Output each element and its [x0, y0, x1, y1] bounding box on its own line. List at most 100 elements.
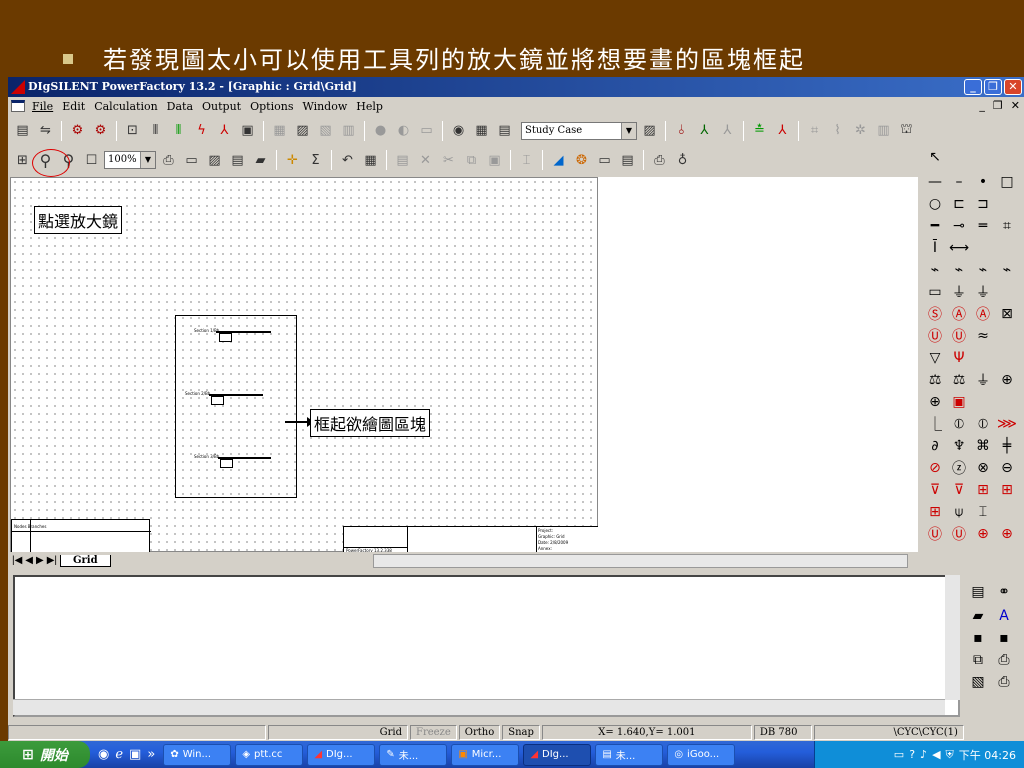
taskbar-button-micr[interactable]: ▣ Micr... [451, 743, 520, 766]
double-bus-icon[interactable]: ═ [972, 216, 994, 236]
open-icon[interactable]: ▰ [967, 606, 989, 626]
cross-icon[interactable]: ╪ [996, 436, 1018, 456]
pv-icon[interactable]: ⊠ [996, 304, 1018, 324]
menu-calculation[interactable]: Calculation [94, 100, 157, 113]
tab-grid[interactable]: Grid [60, 554, 111, 567]
pan-icon[interactable]: ⊞ [12, 150, 33, 171]
coupler-icon[interactable]: ⟷ [948, 238, 970, 258]
status-freeze[interactable]: Freeze [410, 724, 457, 740]
zone-icon[interactable]: ♆ [948, 436, 970, 456]
mdi-restore-button[interactable]: ❐ [993, 99, 1003, 112]
z-icon[interactable]: ⓩ [948, 458, 970, 478]
sim-e-icon[interactable]: ⅄ [772, 120, 793, 141]
table-icon[interactable]: ▦ [471, 120, 492, 141]
menu-data[interactable]: Data [167, 100, 193, 113]
gen-a-icon[interactable]: Ⓤ [924, 524, 946, 544]
start-button[interactable]: ⊞ 開始 [0, 741, 90, 768]
palette-icon[interactable]: ❂ [571, 150, 592, 171]
status-ortho[interactable]: Ortho [458, 724, 501, 740]
menu-edit[interactable]: Edit [62, 100, 85, 113]
export-icon[interactable]: ▧ [967, 672, 989, 692]
layers-icon[interactable]: ▤ [617, 150, 638, 171]
tool-e-icon[interactable]: ● [370, 120, 391, 141]
breaker-a-icon[interactable]: ⌁ [924, 260, 946, 280]
line-icon[interactable]: — [924, 172, 946, 192]
sum-icon[interactable]: Σ [305, 150, 326, 171]
toolbar-scroll[interactable] [903, 149, 917, 175]
gear-tool-icon[interactable]: ✲ [850, 120, 871, 141]
network-icon[interactable]: ▭ [894, 748, 904, 761]
load-symbol[interactable] [219, 333, 232, 342]
current-source-icon[interactable]: Ⓤ [948, 326, 970, 346]
next-page-button[interactable]: ▶ [36, 555, 44, 566]
breaker-c-icon[interactable]: ⌁ [972, 260, 994, 280]
menu-output[interactable]: Output [202, 100, 241, 113]
zoom-level-select[interactable]: 100% ▼ [104, 151, 156, 169]
taskbar-button-ptt[interactable]: ◈ ptt.cc [235, 743, 304, 766]
clock[interactable]: 下午 04:26 [959, 747, 1016, 763]
shortcircuit-icon[interactable]: ϟ [191, 120, 212, 141]
dc-bus-icon[interactable]: ⌶ [972, 502, 994, 522]
filter-icon[interactable]: ⋙ [996, 414, 1018, 434]
zoom-all-icon[interactable]: ☐ [81, 150, 102, 171]
taskbar-button-igoogle[interactable]: ◎ iGoo... [667, 743, 736, 766]
text-cursor-icon[interactable]: ⌶ [516, 150, 537, 171]
document-icon[interactable] [11, 100, 25, 112]
delete-icon[interactable]: ✕ [415, 150, 436, 171]
circle-icon[interactable]: ○ [924, 194, 946, 214]
load-mv-icon[interactable]: Ψ [948, 348, 970, 368]
taskbar-button-win[interactable]: ✿ Win... [163, 743, 232, 766]
undo-icon[interactable]: ↶ [337, 150, 358, 171]
dot-icon[interactable]: • [972, 172, 994, 192]
gen-c-icon[interactable]: ⊕ [972, 524, 994, 544]
rectifier-icon[interactable]: ⊽ [924, 480, 946, 500]
save-as-icon[interactable]: ▪ [993, 628, 1015, 648]
save-icon[interactable]: ▪ [967, 628, 989, 648]
booster-icon[interactable]: ⊕ [996, 370, 1018, 390]
prev-page-button[interactable]: ◀ [25, 555, 33, 566]
sim-c-icon[interactable]: ⅄ [717, 120, 738, 141]
output-copy-icon[interactable]: ▤ [967, 582, 989, 602]
curve-tool-icon[interactable]: ⌇ [827, 120, 848, 141]
sus-icon[interactable]: ▣ [948, 392, 970, 412]
edit-relevant-icon[interactable]: ⊡ [122, 120, 143, 141]
print-preview-icon[interactable]: ⎙ [649, 150, 670, 171]
line-connect-icon[interactable]: ⎿ [924, 414, 946, 434]
taskbar-button-dig2[interactable]: ◢ DIg... [523, 743, 592, 766]
sim-d-icon[interactable]: ≛ [749, 120, 770, 141]
series-capacitor-icon[interactable]: ⦶ [972, 414, 994, 434]
more-icon[interactable]: » [147, 747, 155, 762]
menu-window[interactable]: Window [302, 100, 347, 113]
close-button[interactable]: ✕ [1004, 79, 1022, 95]
output-hscroll[interactable] [13, 699, 945, 715]
ie-icon[interactable]: ℯ [115, 747, 123, 762]
two-winding-transformer-icon[interactable]: ⚖ [924, 370, 946, 390]
new-graphic-icon[interactable]: ▤ [227, 150, 248, 171]
busbar-tool-icon[interactable]: ━ [924, 216, 946, 236]
menu-options[interactable]: Options [250, 100, 293, 113]
frame-icon[interactable]: ▭ [594, 150, 615, 171]
three-winding-transformer-icon[interactable]: ⚖ [948, 370, 970, 390]
breaker-b-icon[interactable]: ⌁ [948, 260, 970, 280]
canvas-hscroll[interactable] [373, 554, 908, 568]
dash-icon[interactable]: – [948, 172, 970, 192]
series-reactor-icon[interactable]: ⦶ [948, 414, 970, 434]
selection-rectangle[interactable] [175, 315, 297, 498]
tower-icon[interactable]: Ī [924, 238, 946, 258]
record-icon[interactable]: ◉ [448, 120, 469, 141]
graphic-options-icon[interactable]: ▨ [204, 150, 225, 171]
insert-icon[interactable]: ✛ [282, 150, 303, 171]
reset-calc-icon[interactable]: ⚙ [90, 120, 111, 141]
drawing-canvas[interactable]: 點選放大鏡 Section 1/Bb Section 2/Bb Section … [10, 177, 599, 554]
tool-f-icon[interactable]: ◐ [393, 120, 414, 141]
tool-d-icon[interactable]: ▥ [338, 120, 359, 141]
cut-icon[interactable]: ✂ [438, 150, 459, 171]
tool-c-icon[interactable]: ▧ [315, 120, 336, 141]
title-bar[interactable]: DIgSILENT PowerFactory 13.2 - [Graphic :… [8, 77, 1024, 97]
back-icon[interactable]: ◀ [932, 748, 940, 761]
svc-icon[interactable]: ∂ [924, 436, 946, 456]
voltage-source-icon[interactable]: Ⓤ [924, 326, 946, 346]
pointer-icon[interactable]: ↖ [924, 147, 946, 167]
menu-help[interactable]: Help [356, 100, 383, 113]
report-icon[interactable]: ▣ [237, 120, 258, 141]
